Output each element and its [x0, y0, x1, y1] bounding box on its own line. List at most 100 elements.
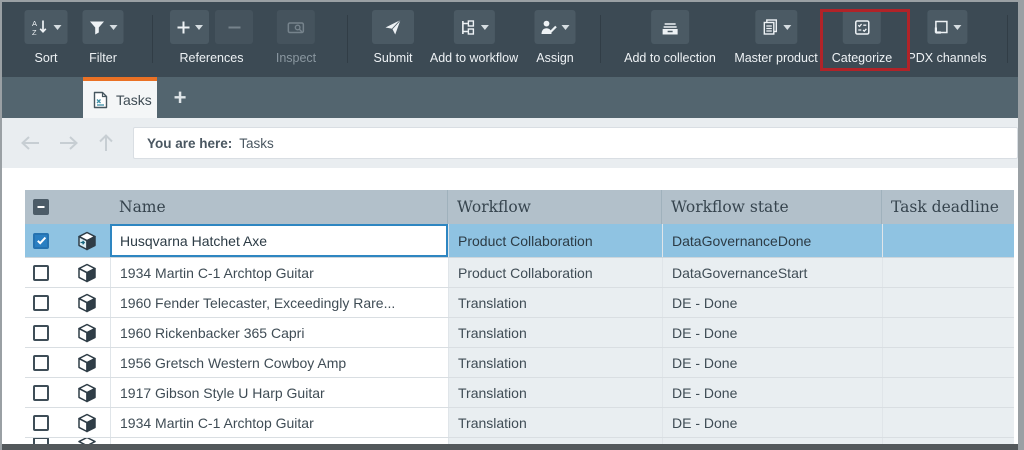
row-checkbox[interactable] [33, 415, 49, 431]
table-row[interactable]: 1934 Martin C-1 Archtop Guitar Product C… [25, 258, 1014, 288]
product-cube-icon [77, 263, 97, 283]
add-to-collection-button[interactable] [651, 10, 689, 44]
entity-icon-header-cell [60, 190, 110, 224]
row-name-cell[interactable]: 1934 Martin C-1 Archtop Guitar [110, 408, 448, 437]
add-to-workflow-tool[interactable]: Add to workflow [430, 10, 518, 65]
toolbar-separator [152, 15, 153, 63]
submit-label: Submit [374, 51, 413, 65]
row-name-cell[interactable]: 1960 Rickenbacker 365 Capri [110, 318, 448, 347]
plus-icon [176, 20, 191, 35]
row-name-cell[interactable]: Husqvarna Hatchet Axe [110, 224, 448, 257]
breadcrumb-location: Tasks [239, 136, 274, 151]
master-product-tool[interactable]: Master product [734, 10, 817, 65]
select-all-cell [25, 190, 60, 224]
task-document-icon [93, 91, 108, 109]
channel-square-icon [933, 19, 949, 35]
forward-arrow-icon[interactable] [53, 118, 83, 168]
row-workflow-state-cell: DataGovernanceStart [662, 258, 882, 287]
pdx-channels-button[interactable] [927, 10, 967, 44]
column-header-workflow-state[interactable]: Workflow state [662, 190, 882, 224]
remove-reference-button[interactable] [215, 10, 253, 44]
tab-tasks-label: Tasks [116, 92, 152, 108]
row-name-cell[interactable]: 1956 Gretsch Western Cowboy Amp [110, 348, 448, 377]
up-arrow-icon[interactable] [91, 118, 121, 168]
window-frame-right [1018, 0, 1024, 450]
sort-tool[interactable]: A Z Sort [25, 10, 68, 65]
svg-text:Z: Z [32, 28, 37, 37]
inspect-label: Inspect [276, 51, 316, 65]
add-reference-button[interactable] [170, 10, 209, 44]
toolbar-separator [1007, 15, 1008, 63]
categorize-checklist-icon [853, 19, 870, 36]
chevron-down-icon [783, 25, 791, 30]
filter-tool[interactable]: Filter [83, 10, 124, 65]
row-checkbox[interactable] [33, 325, 49, 341]
workflow-branch-icon [459, 19, 476, 36]
add-to-collection-tool[interactable]: Add to collection [624, 10, 716, 65]
breadcrumb[interactable]: You are here: Tasks [133, 127, 1018, 159]
product-cube-icon [77, 413, 97, 433]
assign-button[interactable] [535, 10, 576, 44]
submit-tool[interactable]: Submit [372, 10, 414, 65]
table-row[interactable]: 1956 Gretsch Western Cowboy Amp Translat… [25, 348, 1014, 378]
references-tool-group: References [170, 10, 253, 65]
sort-button[interactable]: A Z [25, 10, 68, 44]
row-name-cell[interactable]: 1934 Martin C-1 Archtop Guitar [110, 258, 448, 287]
product-cube-arrow-icon [77, 231, 97, 251]
row-workflow-cell: Translation [448, 318, 662, 347]
column-header-task-deadline[interactable]: Task deadline [882, 190, 1014, 224]
row-checkbox[interactable] [33, 233, 49, 249]
row-name-cell[interactable]: 1960 Fender Telecaster, Exceedingly Rare… [110, 288, 448, 317]
check-icon [36, 235, 47, 246]
add-to-workflow-button[interactable] [453, 10, 494, 44]
column-header-workflow[interactable]: Workflow [448, 190, 662, 224]
table-row[interactable]: 1917 Gibson Style U Harp Guitar Translat… [25, 378, 1014, 408]
breadcrumb-bar: You are here: Tasks [2, 118, 1018, 168]
window-frame-left [0, 0, 2, 450]
row-checkbox[interactable] [33, 355, 49, 371]
indeterminate-icon [36, 202, 46, 212]
submit-button[interactable] [372, 10, 414, 44]
assign-person-icon [541, 19, 558, 36]
row-task-deadline-cell [882, 378, 1014, 407]
pdx-channels-label: PDX channels [907, 51, 986, 65]
select-all-checkbox[interactable] [33, 199, 49, 215]
column-header-name[interactable]: Name [110, 190, 448, 224]
inspect-button[interactable] [277, 10, 315, 44]
categorize-button[interactable] [843, 10, 881, 44]
chevron-down-icon [562, 25, 570, 30]
row-name-cell[interactable]: 1917 Gibson Style U Harp Guitar [110, 378, 448, 407]
back-arrow-icon[interactable] [16, 118, 46, 168]
tab-tasks[interactable]: Tasks [83, 77, 157, 118]
master-product-label: Master product [734, 51, 817, 65]
sort-az-icon: A Z [31, 18, 50, 37]
app-window: A Z Sort Filter [0, 0, 1024, 450]
svg-text:A: A [32, 19, 37, 28]
table-row[interactable]: Husqvarna Hatchet Axe Product Collaborat… [25, 224, 1014, 258]
row-workflow-cell: Product Collaboration [448, 224, 662, 257]
row-workflow-state-cell: DataGovernanceDone [662, 224, 882, 257]
pdx-channels-tool[interactable]: PDX channels [907, 10, 986, 65]
sort-label: Sort [35, 51, 58, 65]
inspect-tool[interactable]: Inspect [276, 10, 316, 65]
filter-button[interactable] [83, 10, 124, 44]
row-checkbox[interactable] [33, 265, 49, 281]
categorize-tool[interactable]: Categorize [832, 10, 892, 65]
new-tab-button[interactable]: + [165, 77, 195, 118]
add-to-workflow-label: Add to workflow [430, 51, 518, 65]
table-row[interactable]: 1960 Fender Telecaster, Exceedingly Rare… [25, 288, 1014, 318]
toolbar: A Z Sort Filter [2, 2, 1018, 77]
row-task-deadline-cell [882, 288, 1014, 317]
chevron-down-icon [953, 25, 961, 30]
table-row[interactable]: 1934 Martin C-1 Archtop Guitar Translati… [25, 408, 1014, 438]
row-checkbox[interactable] [33, 385, 49, 401]
table-row[interactable]: 1960 Rickenbacker 365 Capri Translation … [25, 318, 1014, 348]
row-checkbox[interactable] [33, 295, 49, 311]
master-product-button[interactable] [755, 10, 797, 44]
assign-tool[interactable]: Assign [535, 10, 576, 65]
row-workflow-cell: Product Collaboration [448, 258, 662, 287]
row-task-deadline-cell [882, 408, 1014, 437]
row-task-deadline-cell [882, 224, 1014, 257]
inspect-magnifier-icon [287, 19, 305, 36]
breadcrumb-prefix: You are here: [147, 136, 232, 151]
